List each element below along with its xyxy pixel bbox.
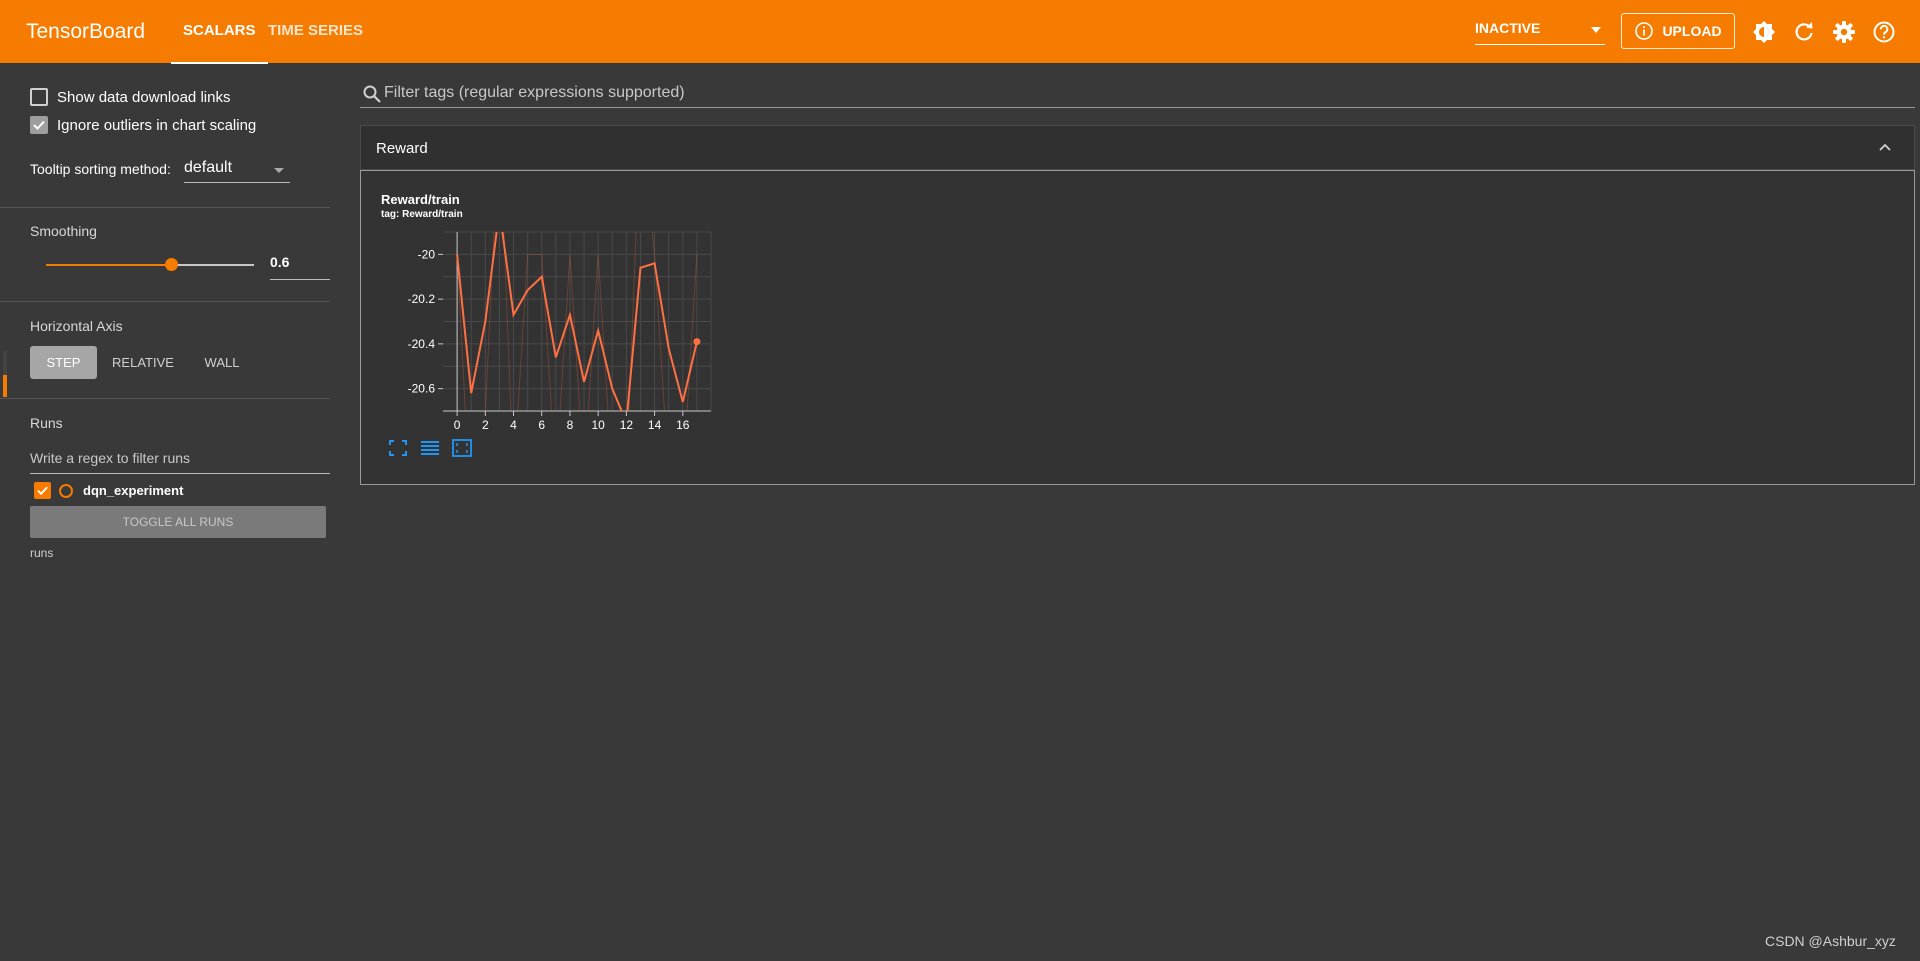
y-tick-label: -20.6 (408, 382, 436, 396)
divider (0, 301, 330, 302)
tab-scalars[interactable]: SCALARS (171, 22, 267, 64)
series-last-point (693, 338, 701, 346)
check-icon (33, 120, 45, 130)
runs-filter-input[interactable]: Write a regex to filter runs (30, 446, 330, 474)
sidebar-scrollbar[interactable] (3, 351, 7, 397)
x-tick-label: 4 (510, 418, 517, 431)
status-value: INACTIVE (1475, 20, 1541, 36)
run-color-swatch[interactable] (59, 483, 73, 498)
tooltip-sorting-value: default (184, 159, 233, 176)
horizontal-axis-title: Horizontal Axis (30, 318, 123, 334)
brightness-icon[interactable] (1752, 20, 1776, 44)
status-select[interactable]: INACTIVE (1475, 20, 1605, 45)
y-tick-label: -20.2 (408, 292, 436, 306)
tooltip-sorting-label: Tooltip sorting method: (30, 161, 171, 177)
axis-wall-button[interactable]: WALL (193, 346, 251, 379)
info-icon (1635, 22, 1654, 40)
group-header-reward[interactable]: Reward (360, 125, 1915, 170)
group-title: Reward (376, 140, 428, 157)
smoothing-slider[interactable] (46, 258, 254, 271)
check-icon (37, 486, 48, 496)
tooltip-sorting-select[interactable]: default (184, 159, 290, 183)
tab-time-series[interactable]: TIME SERIES (268, 22, 363, 63)
x-tick-label: 16 (676, 418, 690, 431)
y-tick-label: -20.4 (408, 337, 436, 351)
brand-title: TensorBoard (26, 20, 146, 43)
fullscreen-icon[interactable] (387, 438, 409, 458)
chart-card: Reward/train tag: Reward/train 0 2 4 6 8 10 12… (360, 170, 1915, 485)
ignore-outliers-checkbox[interactable]: Ignore outliers in chart scaling (30, 116, 256, 134)
chevron-up-icon[interactable] (1878, 142, 1892, 152)
data-table-icon[interactable] (419, 438, 441, 458)
chevron-down-icon (1591, 27, 1601, 33)
x-tick-label: 6 (538, 418, 545, 431)
tag-filter-input[interactable]: Filter tags (regular expressions support… (360, 82, 1915, 108)
x-tick-label: 2 (482, 418, 489, 431)
divider (0, 398, 330, 399)
run-item[interactable]: dqn_experiment (34, 482, 183, 499)
axis-relative-button[interactable]: RELATIVE (103, 346, 183, 379)
fit-domain-icon[interactable] (451, 438, 473, 458)
smoothing-title: Smoothing (30, 223, 97, 239)
sidebar: Show data download links Ignore outliers… (0, 63, 330, 961)
gear-icon[interactable] (1832, 20, 1856, 44)
toggle-all-runs-button[interactable]: TOGGLE ALL RUNS (30, 506, 326, 538)
scrollbar-thumb[interactable] (3, 375, 7, 397)
scalar-chart[interactable]: 0 2 4 6 8 10 12 14 16 -20 -20.2 -20.4 -20.6 (361, 171, 721, 431)
upload-button[interactable]: UPLOAD (1621, 13, 1735, 49)
slider-fill (46, 264, 171, 266)
watermark: CSDN @Ashbur_xyz (1765, 933, 1896, 949)
x-tick-label: 10 (591, 418, 605, 431)
x-tick-label: 12 (620, 418, 634, 431)
upload-label: UPLOAD (1662, 23, 1722, 39)
x-tick-label: 0 (454, 418, 461, 431)
app-header: TensorBoard SCALARS TIME SERIES INACTIVE… (0, 0, 1920, 64)
axis-step-button[interactable]: STEP (30, 346, 97, 379)
show-download-links-label: Show data download links (57, 88, 231, 106)
runs-title: Runs (30, 415, 63, 431)
search-icon (363, 85, 381, 103)
tag-filter-placeholder: Filter tags (regular expressions support… (384, 84, 685, 101)
y-tick-label: -20 (418, 247, 436, 261)
x-tick-label: 14 (648, 418, 662, 431)
run-name: dqn_experiment (83, 483, 184, 498)
slider-thumb[interactable] (165, 258, 178, 271)
checkbox-box[interactable] (30, 88, 48, 106)
run-checkbox[interactable] (34, 482, 51, 499)
ignore-outliers-label: Ignore outliers in chart scaling (57, 116, 257, 134)
show-download-links-checkbox[interactable]: Show data download links (30, 88, 230, 106)
checkbox-box[interactable] (30, 116, 48, 134)
help-icon[interactable] (1872, 20, 1896, 44)
refresh-icon[interactable] (1792, 20, 1816, 44)
chevron-down-icon (274, 168, 284, 173)
divider (0, 207, 330, 208)
runs-footer-label: runs (30, 546, 54, 560)
smoothing-input[interactable]: 0.6 (270, 254, 330, 280)
x-tick-label: 8 (567, 418, 574, 431)
runs-filter-placeholder: Write a regex to filter runs (30, 450, 191, 466)
